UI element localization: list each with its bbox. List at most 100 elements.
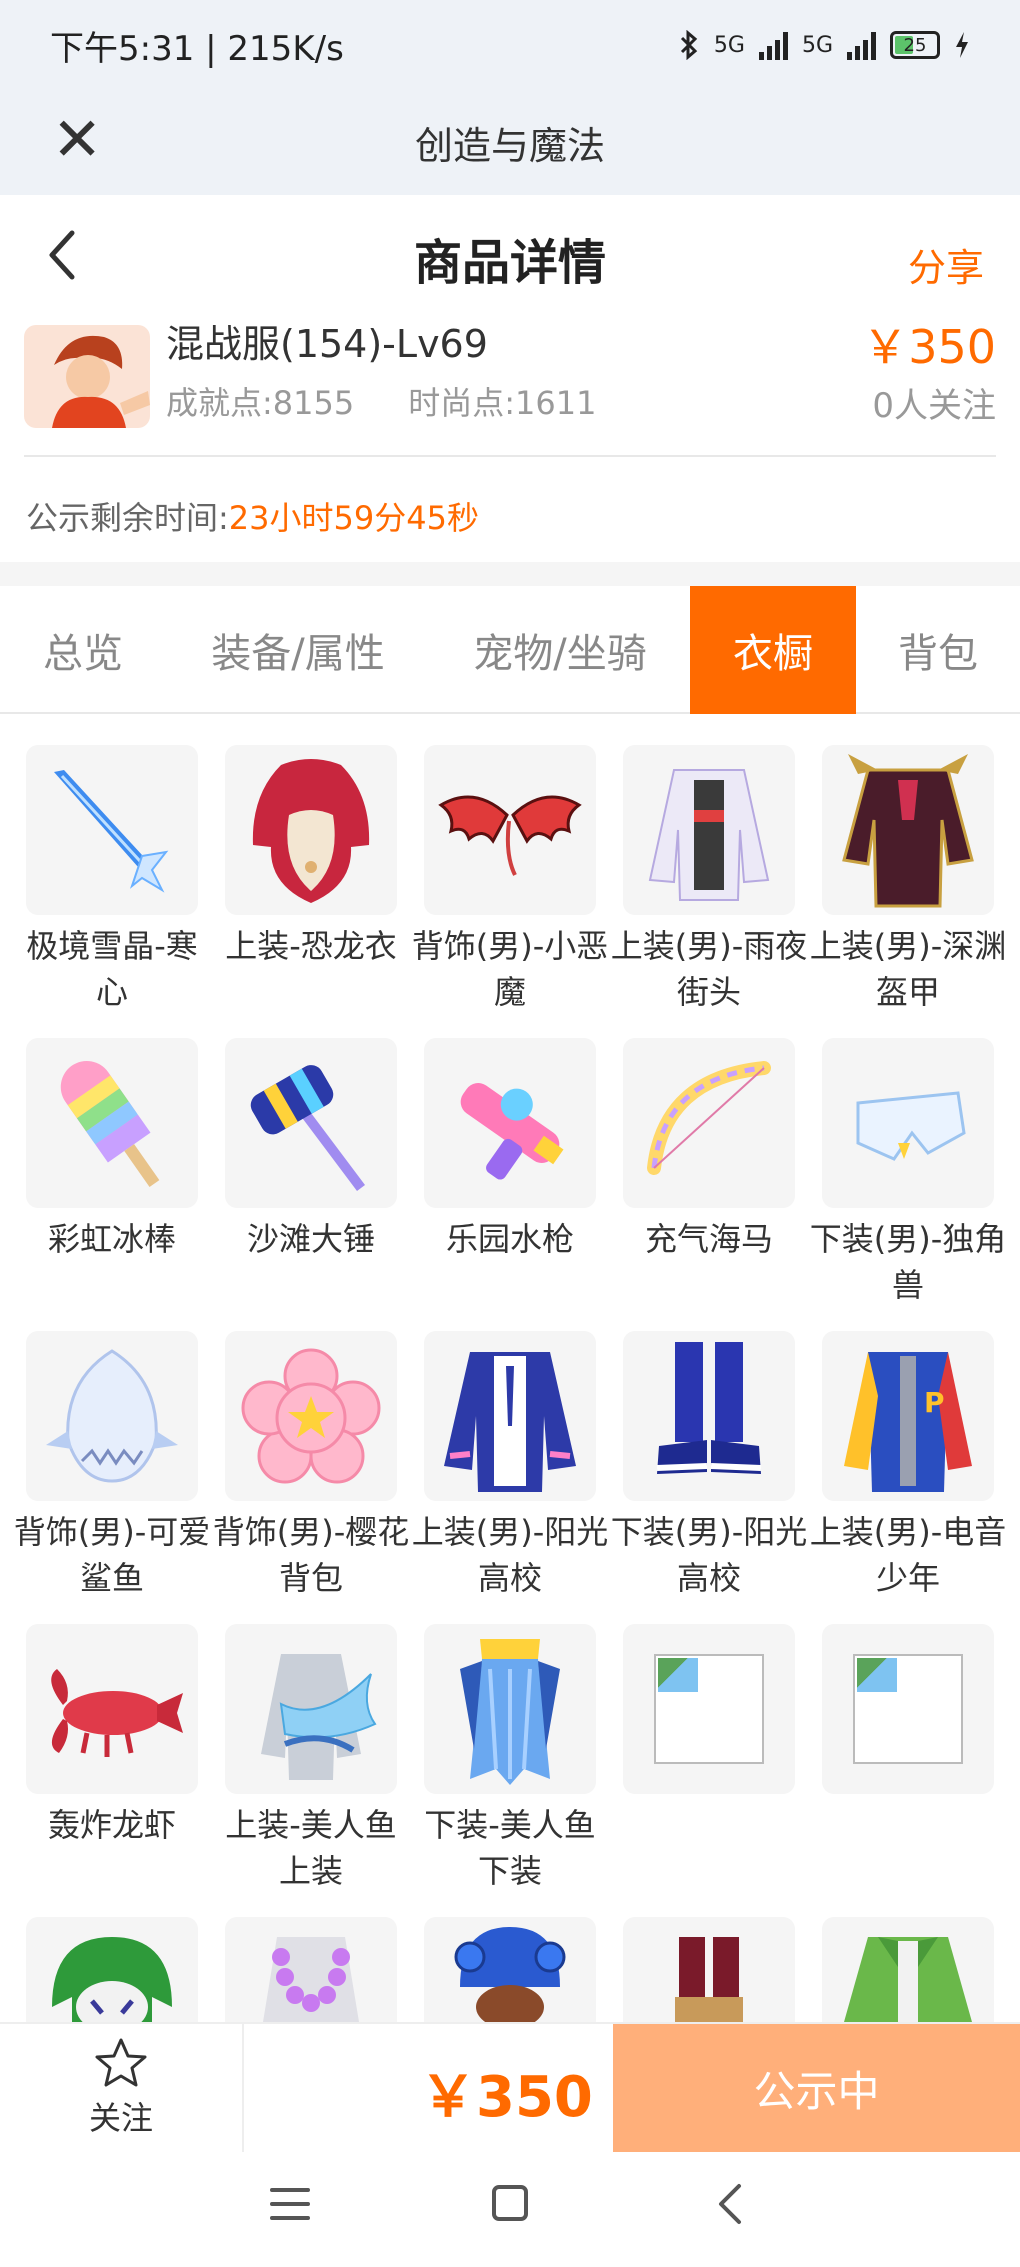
item-label: 极境雪晶-寒心 [26,927,198,1011]
armor-icon [822,745,994,915]
clown-hair-icon [26,1917,198,2022]
wardrobe-item[interactable]: P 上装(男)-电音少年 [810,1331,1006,1601]
lobster-icon [26,1624,198,1794]
home-icon[interactable] [490,2182,530,2226]
varsity-jacket-icon: P [822,1331,994,1501]
item-label: 充气海马 [644,1220,773,1258]
charging-icon [956,32,968,58]
devil-wings-icon [424,745,596,915]
green-jacket-icon [822,1917,994,2022]
wardrobe-item[interactable]: 乐园水枪 [424,1038,596,1262]
product-price: ￥350 [862,320,996,374]
school-jacket-icon [424,1331,596,1501]
menu-icon[interactable] [270,2182,310,2226]
wardrobe-item[interactable] [424,1917,596,2022]
back-icon[interactable] [715,2182,745,2226]
dino-costume-icon [225,745,397,915]
ice-sword-icon [26,745,198,915]
tab-equipment[interactable]: 装备/属性 [166,586,430,714]
item-label: 上装-美人鱼上装 [225,1806,397,1890]
tab-bar: 总览 装备/属性 宠物/坐骑 衣橱 背包 [0,586,1020,714]
product-name: 混战服(154)-Lv69 [166,322,488,366]
tab-overview[interactable]: 总览 [0,586,166,714]
octopus-hat-icon [424,1917,596,2022]
item-label: 沙滩大锤 [246,1220,375,1258]
bottom-price: ￥350 [420,2065,593,2130]
school-pants-icon [623,1331,795,1501]
shark-icon [26,1331,198,1501]
item-label: 上装(男)-雨夜街头 [610,927,808,1011]
achievement-points: 成就点:8155 [166,384,355,422]
share-button[interactable]: 分享 [908,237,984,292]
bottom-action-bar: 关注 ￥350 公示中 [0,2022,1020,2152]
wardrobe-item[interactable] [26,1917,198,2022]
wardrobe-item[interactable]: 背饰(男)-可爱鲨鱼 [14,1331,210,1601]
item-label: 上装(男)-深渊盔甲 [809,927,1007,1011]
publicity-notice: 公示剩余时间:23小时59分45秒 [26,493,479,539]
system-nav-bar [0,2152,1020,2267]
wardrobe-item[interactable]: 沙滩大锤 [225,1038,397,1262]
item-label: 下装-美人鱼下装 [424,1806,596,1890]
wardrobe-item[interactable] [623,1624,795,1802]
battery-icon: 25 [890,31,940,59]
wardrobe-item[interactable]: 下装(男)-阳光高校 [611,1331,807,1601]
water-gun-icon [424,1038,596,1208]
tab-pets-mounts[interactable]: 宠物/坐骑 [430,586,690,714]
app-bar: ✕ 创造与魔法 [0,90,1020,195]
wardrobe-item[interactable]: 下装-美人鱼下装 [424,1624,596,1894]
wardrobe-item[interactable]: 上装(男)-阳光高校 [412,1331,608,1601]
wardrobe-item[interactable]: 背饰(男)-樱花背包 [213,1331,409,1601]
mermaid-skirt-icon [424,1624,596,1794]
back-arrow-icon[interactable] [42,225,82,285]
section-gap [0,562,1020,586]
status-icons: 5G 5G 25 [678,30,970,60]
item-label: 下装(男)-独角兽 [809,1220,1007,1304]
publicity-status-button[interactable]: 公示中 [613,2024,1020,2152]
broken-image-icon [822,1624,994,1794]
broken-image-icon [623,1624,795,1794]
divider [24,455,996,457]
wardrobe-item[interactable]: 下装(男)-独角兽 [810,1038,1006,1308]
jacket-icon [623,745,795,915]
wardrobe-item[interactable]: 背饰(男)-小恶魔 [412,745,608,1015]
page-title: 商品详情 [413,234,606,291]
svg-text:P: P [924,1386,945,1419]
wardrobe-item[interactable] [822,1624,994,1802]
star-icon [95,2038,147,2087]
close-icon[interactable]: ✕ [52,108,102,172]
publicity-label: 公示剩余时间: [26,499,229,537]
wardrobe-item[interactable]: 充气海马 [623,1038,795,1262]
item-label: 上装(男)-电音少年 [809,1513,1007,1597]
flower-lei-icon [225,1917,397,2022]
status-bar: 下午5:31 | 215K/s 5G 5G 25 [0,0,1020,90]
item-label: 上装-恐龙衣 [225,927,397,965]
bluetooth-icon [680,30,698,60]
item-label: 彩虹冰棒 [47,1220,176,1258]
pants-icon [822,1038,994,1208]
wardrobe-item[interactable] [623,1917,795,2022]
item-label: 背饰(男)-樱花背包 [212,1513,410,1597]
app-title: 创造与魔法 [414,124,605,168]
item-label: 下装(男)-阳光高校 [610,1513,808,1597]
status-time-speed: 下午5:31 | 215K/s [50,28,344,69]
wardrobe-item[interactable]: 轰炸龙虾 [26,1624,198,1848]
popsicle-icon [26,1038,198,1208]
wardrobe-item[interactable]: 上装-美人鱼上装 [225,1624,397,1894]
tab-backpack[interactable]: 背包 [856,586,1020,714]
red-pants-icon [623,1917,795,2022]
tab-wardrobe[interactable]: 衣橱 [690,586,856,714]
wardrobe-item[interactable] [822,1917,994,2022]
product-stats: 成就点:8155 时尚点:1611 [166,378,596,424]
hammer-icon [225,1038,397,1208]
wardrobe-item[interactable]: 上装(男)-雨夜街头 [611,745,807,1015]
wardrobe-item[interactable]: 极境雪晶-寒心 [26,745,198,1015]
bow-icon [623,1038,795,1208]
follow-button[interactable]: 关注 [0,2024,244,2152]
follow-label: 关注 [88,2099,153,2137]
mermaid-top-icon [225,1624,397,1794]
wardrobe-item[interactable]: 上装(男)-深渊盔甲 [810,745,1006,1015]
wardrobe-item[interactable]: 上装-恐龙衣 [225,745,397,969]
battery-level: 25 [903,34,927,56]
wardrobe-item[interactable] [225,1917,397,2022]
wardrobe-item[interactable]: 彩虹冰棒 [26,1038,198,1262]
